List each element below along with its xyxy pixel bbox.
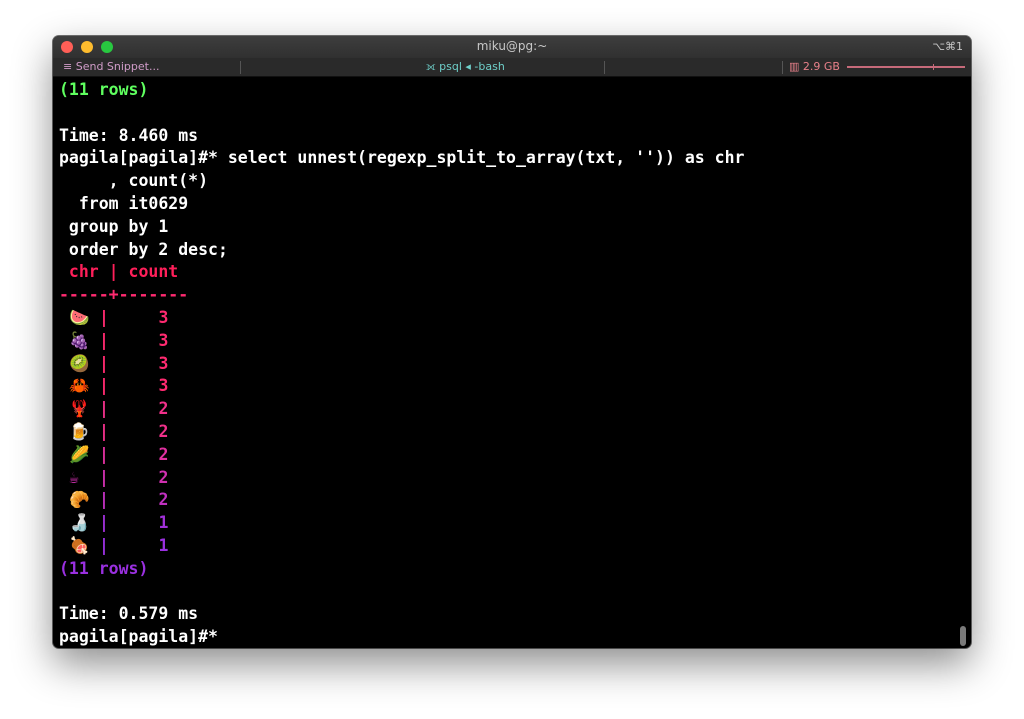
result-header: chr | count [59,262,179,282]
column-separator: | [98,490,109,510]
column-separator: | [98,399,109,419]
memory-indicator: ▥ 2.9 GB [789,60,840,73]
count-cell: 3 [158,353,169,373]
table-row: 🍺 | 2 [59,421,744,444]
chr-cell: 🥐 [68,490,90,510]
count-cell: 3 [158,330,169,350]
window-title: miku@pg:~ [476,39,548,53]
status-divider [240,61,241,74]
chr-cell: 🍉 [68,307,90,327]
column-separator: | [98,513,109,533]
query-line: order by 2 desc; [59,239,228,259]
query-line: pagila[pagila]#* select unnest(regexp_sp… [59,148,745,168]
prompt-line: pagila[pagila]#* [59,627,218,647]
table-row: 🦀 | 3 [59,375,744,398]
window-shortcut: ⌥⌘1 [932,40,963,53]
column-separator: | [98,535,109,555]
menu-icon: ≡ [63,60,73,73]
table-row: 🦞 | 2 [59,398,744,421]
terminal-output[interactable]: (11 rows) Time: 8.460 ms pagila[pagila]#… [59,79,744,648]
table-row: 🥐 | 2 [59,489,744,512]
count-cell: 2 [158,467,169,487]
title-bar[interactable]: miku@pg:~ ⌥⌘1 [53,36,971,58]
result-separator: -----+------- [59,285,189,305]
count-cell: 1 [158,513,169,533]
column-separator: | [98,444,109,464]
count-cell: 3 [158,376,169,396]
table-row: 🥝 | 3 [59,353,744,376]
column-separator: | [98,376,109,396]
column-separator: | [98,467,109,487]
terminal-window: miku@pg:~ ⌥⌘1 ≡ Send Snippet... ⟗ psql ◂… [53,36,971,648]
count-cell: 1 [158,535,169,555]
table-row: 🌽 | 2 [59,444,744,467]
row-count-bottom: (11 rows) [59,558,149,578]
table-row: 🍖 | 1 [59,535,744,558]
memory-graph-tick [933,64,934,70]
query-line: group by 1 [59,216,169,236]
memory-icon: ▥ [789,60,800,73]
query-line: from it0629 [59,193,189,213]
chr-cell: 🦀 [68,376,90,396]
chr-cell: 🍶 [68,513,90,533]
tab-psql[interactable]: ⟗ psql ◂ -bash [426,60,505,74]
table-row: 🍇 | 3 [59,330,744,353]
count-cell: 2 [158,490,169,510]
chr-cell: ☕ [68,467,79,487]
chr-cell: 🦞 [68,399,90,419]
send-snippet-label: Send Snippet... [75,60,160,73]
send-snippet-button[interactable]: ≡ Send Snippet... [63,60,159,73]
memory-graph [847,66,965,68]
column-separator: | [98,421,109,441]
chr-cell: 🥝 [68,353,90,373]
timing-line: Time: 0.579 ms [59,604,199,624]
column-separator: | [98,307,109,327]
table-row: 🍶 | 1 [59,512,744,535]
column-separator: | [98,330,109,350]
table-row: ☕ | 2 [59,467,744,490]
row-count-top: (11 rows) [59,80,149,99]
chr-cell: 🍖 [68,535,90,555]
timing-line: Time: 8.460 ms [59,125,199,145]
count-cell: 2 [158,444,169,464]
branch-icon: ⟗ [426,60,436,73]
count-cell: 2 [158,399,169,419]
chr-cell: 🌽 [68,444,90,464]
memory-label: 2.9 GB [802,60,840,73]
scrollbar-thumb[interactable] [960,626,966,646]
query-line: , count(*) [59,171,209,191]
count-cell: 3 [158,307,169,327]
status-divider [604,61,605,74]
table-row: 🍉 | 3 [59,307,744,330]
status-bar: ≡ Send Snippet... ⟗ psql ◂ -bash ▥ 2.9 G… [53,58,971,77]
status-divider [782,61,783,74]
tab-label: psql ◂ -bash [439,60,505,73]
count-cell: 2 [158,421,169,441]
chr-cell: 🍇 [68,330,90,350]
chr-cell: 🍺 [68,421,90,441]
column-separator: | [98,353,109,373]
